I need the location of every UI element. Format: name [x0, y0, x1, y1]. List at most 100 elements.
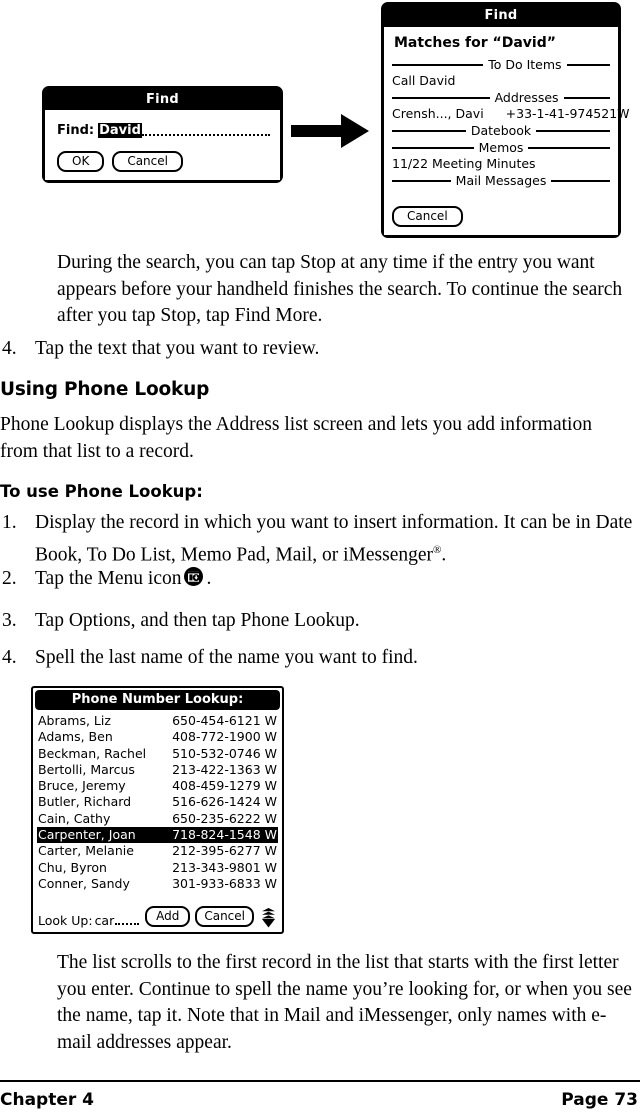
- match-result-row[interactable]: Call David: [392, 73, 610, 88]
- rule-left: [392, 129, 466, 132]
- find-dialog-screenshot: Find Find: David OK Cancel: [42, 86, 283, 183]
- find-dialog-body: Find: David OK Cancel: [45, 110, 280, 180]
- matches-section-header-to-do-items: To Do Items: [392, 57, 610, 72]
- contact-name: Carter, Melanie: [38, 843, 134, 859]
- step-4-item: 4. Spell the last name of the name you w…: [0, 645, 638, 672]
- step-number: 2.: [2, 568, 17, 589]
- menu-icon: [184, 567, 204, 586]
- contact-name: Carpenter, Joan: [38, 827, 136, 843]
- lookup-field-label: Look Up:: [38, 913, 93, 928]
- step-number: 3.: [2, 610, 17, 631]
- step-4-find-item: 4. Tap the text that you want to review.: [0, 336, 638, 363]
- rule-left: [392, 179, 451, 182]
- list-item[interactable]: Bertolli, Marcus 213-422-1363 W: [37, 762, 278, 778]
- matches-dialog-buttons: Cancel: [392, 205, 463, 227]
- list-item-selected[interactable]: Carpenter, Joan 718-824-1548 W: [37, 827, 278, 844]
- find-dialog-buttons: OK Cancel: [57, 151, 183, 172]
- lookup-cancel-button[interactable]: Cancel: [195, 906, 254, 927]
- step-text-main: Display the record in which you want to …: [35, 512, 633, 565]
- step-3-item: 3. Tap Options, and then tap Phone Looku…: [0, 608, 638, 635]
- contact-name: Abrams, Liz: [38, 713, 111, 728]
- list-item[interactable]: Conner, Sandy 301-933-6833 W: [37, 876, 278, 892]
- list-item[interactable]: Cain, Cathy 650-235-6222 W: [37, 811, 278, 827]
- list-item[interactable]: Bruce, Jeremy 408-459-1279 W: [37, 778, 278, 794]
- matches-section-header-datebook: Datebook: [392, 123, 611, 138]
- step-2-item: 2. Tap the Menu icon.: [0, 566, 638, 593]
- section-label: Datebook: [470, 123, 532, 138]
- contact-number: 213-343-9801 W: [172, 859, 277, 875]
- matches-heading: Matches for “David”: [394, 35, 556, 51]
- list-item[interactable]: Carter, Melanie 212-395-6277 W: [37, 843, 278, 859]
- find-cancel-button[interactable]: Cancel: [112, 151, 183, 172]
- lookup-bottom-bar: Look Up: car Add Cancel: [33, 906, 282, 928]
- phone-number-lookup-screenshot: Phone Number Lookup: Abrams, Liz 650-454…: [31, 686, 284, 934]
- rule-right: [563, 96, 610, 99]
- footer-chapter: Chapter 4: [0, 1090, 95, 1110]
- lookup-contact-list[interactable]: Abrams, Liz 650-454-6121 W Adams, Ben 40…: [33, 713, 282, 892]
- step-1-item: 1. Display the record in which you want …: [0, 510, 638, 569]
- find-matches-dialog-screenshot: Find Matches for “David” To Do Items Cal…: [381, 2, 630, 238]
- flow-arrow-icon: [291, 112, 371, 150]
- rule-right: [551, 179, 611, 182]
- contact-number: 213-422-1363 W: [172, 761, 277, 777]
- contact-name: Bruce, Jeremy: [38, 778, 126, 794]
- lookup-field-underline: [115, 922, 140, 925]
- contact-number: 408-772-1900 W: [172, 729, 277, 745]
- list-item[interactable]: Adams, Ben 408-772-1900 W: [37, 729, 278, 745]
- step-text: Tap Options, and then tap Phone Lookup.: [35, 610, 360, 631]
- contact-name: Butler, Richard: [38, 794, 132, 810]
- footer-page-number: Page 73: [561, 1090, 638, 1110]
- contact-name: Adams, Ben: [38, 729, 113, 745]
- manual-page: Find Find: David OK Cancel Find Matches …: [0, 0, 640, 1120]
- page-footer: Chapter 4 Page 73: [0, 1090, 638, 1110]
- step-number: 4.: [2, 338, 17, 359]
- lookup-field-value[interactable]: car: [95, 913, 115, 928]
- list-item[interactable]: Abrams, Liz 650-454-6121 W: [37, 713, 278, 729]
- rule-left: [392, 63, 484, 66]
- match-number: +33-1-41-974521W: [505, 106, 630, 121]
- rule-right: [566, 63, 610, 66]
- list-item[interactable]: Beckman, Rachel 510-532-0746 W: [37, 746, 278, 762]
- contact-number: 301-933-6833 W: [172, 875, 277, 891]
- find-input-row[interactable]: Find: David: [57, 123, 270, 138]
- match-name: Crensh..., Davi: [392, 106, 484, 121]
- contact-number: 650-235-6222 W: [172, 810, 277, 826]
- contact-number: 510-532-0746 W: [172, 745, 277, 761]
- contact-name: Cain, Cathy: [38, 810, 111, 826]
- matches-section-header-addresses: Addresses: [392, 90, 610, 105]
- matches-dialog-title: Find: [384, 5, 618, 27]
- step-text: Tap the Menu icon.: [35, 566, 638, 593]
- list-item[interactable]: Chu, Byron 213-343-9801 W: [37, 860, 278, 876]
- find-field-underline: [141, 133, 270, 136]
- contact-number: 212-395-6277 W: [172, 843, 277, 859]
- step-number: 4.: [2, 647, 17, 668]
- section-label: To Do Items: [488, 57, 562, 72]
- scroll-arrows[interactable]: [260, 908, 277, 928]
- contact-number: 650-454-6121 W: [172, 713, 277, 728]
- list-item[interactable]: Butler, Richard 516-626-1424 W: [37, 794, 278, 810]
- find-field-value[interactable]: David: [98, 123, 142, 138]
- contact-number: 408-459-1279 W: [172, 778, 277, 794]
- footer-divider: [0, 1080, 640, 1082]
- section-label: Addresses: [494, 90, 559, 105]
- page-section-heading: Using Phone Lookup: [0, 379, 210, 400]
- section-label: Mail Messages: [455, 173, 547, 188]
- rule-right: [528, 146, 610, 149]
- find-dialog-title: Find: [45, 89, 280, 110]
- match-result-row[interactable]: 11/22 Meeting Minutes: [392, 156, 610, 171]
- search-note-paragraph: During the search, you can tap Stop at a…: [57, 252, 623, 326]
- contact-number: 516-626-1424 W: [172, 794, 277, 810]
- match-name: 11/22 Meeting Minutes: [392, 156, 536, 171]
- step-number: 1.: [2, 512, 17, 533]
- match-result-row[interactable]: Crensh..., Davi +33-1-41-974521W: [392, 106, 630, 121]
- step-text-tail: .: [206, 568, 212, 589]
- lookup-title: Phone Number Lookup:: [35, 690, 280, 710]
- matches-cancel-button[interactable]: Cancel: [392, 206, 463, 227]
- contact-name: Chu, Byron: [38, 859, 107, 875]
- find-ok-button[interactable]: OK: [57, 151, 105, 172]
- rule-left: [392, 96, 490, 99]
- scroll-down-icon: [262, 919, 275, 928]
- scroll-up-icon: [262, 908, 275, 919]
- step-text: Tap the text that you want to review.: [35, 338, 320, 359]
- add-button[interactable]: Add: [145, 906, 191, 927]
